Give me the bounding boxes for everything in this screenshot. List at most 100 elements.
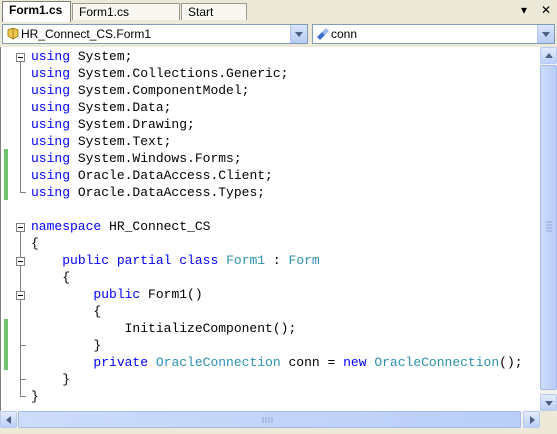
code-token: System.Drawing;	[70, 117, 195, 132]
code-token: System.Text;	[70, 134, 172, 149]
horizontal-scrollbar[interactable]	[0, 411, 540, 428]
keyword-token: new	[343, 355, 367, 370]
keyword-token: public	[62, 253, 110, 268]
code-line: public Form1()	[31, 286, 203, 303]
keyword-token: using	[31, 66, 71, 81]
tab-list-dropdown-icon[interactable]: ▾	[521, 3, 527, 17]
code-token: :	[265, 253, 289, 268]
code-line: public partial class Form1 : Form	[31, 252, 320, 269]
code-line: using System.ComponentModel;	[31, 82, 249, 99]
keyword-token: private	[93, 355, 149, 370]
code-line: {	[31, 235, 39, 252]
collapse-method-icon[interactable]	[16, 291, 25, 300]
scroll-right-icon[interactable]	[523, 411, 540, 428]
member-combo[interactable]: conn	[312, 24, 555, 44]
code-token: }	[31, 372, 71, 387]
keyword-token: using	[31, 168, 71, 183]
code-line: using System.Drawing;	[31, 116, 195, 133]
outline-line	[20, 62, 21, 193]
vertical-scrollbar[interactable]	[540, 47, 557, 411]
code-line: using System.Data;	[31, 99, 171, 116]
code-line: namespace HR_Connect_CS	[31, 218, 210, 235]
code-token: System.Data;	[70, 100, 172, 115]
code-line: {	[31, 269, 70, 286]
code-editor[interactable]: using System; using System.Collections.G…	[0, 47, 541, 411]
keyword-token: public	[93, 287, 141, 302]
keyword-token: using	[31, 117, 71, 132]
outline-end	[21, 396, 26, 397]
tab-form1-cs[interactable]: Form1.cs	[2, 1, 71, 22]
horizontal-scroll-thumb[interactable]	[18, 411, 521, 428]
chevron-down-icon[interactable]	[537, 25, 554, 43]
code-token: InitializeComponent();	[31, 321, 297, 336]
code-line: }	[31, 337, 101, 354]
keyword-token: namespace	[31, 219, 102, 234]
code-token: }	[31, 338, 102, 353]
code-token: {	[31, 304, 102, 319]
keyword-token: using	[31, 134, 71, 149]
document-tab-strip: Form1.cs Form1.cs [Design] Start Page ▾ …	[0, 0, 557, 35]
member-combo-value: conn	[331, 27, 358, 41]
changed-lines-marker	[4, 319, 8, 370]
keyword-token: class	[179, 253, 219, 268]
code-token: {	[31, 270, 71, 285]
type-combo-value: HR_Connect_CS.Form1	[21, 27, 152, 41]
code-line: {	[31, 303, 101, 320]
keyword-token: using	[31, 151, 71, 166]
code-line: using System;	[31, 48, 132, 65]
code-token: Oracle.DataAccess.Client;	[70, 168, 273, 183]
grip-icon	[262, 417, 273, 423]
code-token: System.Windows.Forms;	[70, 151, 242, 166]
tab-label: Form1.cs	[9, 3, 63, 17]
code-line: using Oracle.DataAccess.Client;	[31, 167, 273, 184]
code-token: System.ComponentModel;	[70, 83, 250, 98]
changed-lines-marker	[4, 149, 8, 200]
outline-end	[21, 379, 26, 380]
code-token: System;	[70, 49, 133, 64]
code-line: }	[31, 371, 70, 388]
scrollbar-corner	[540, 411, 557, 428]
chevron-down-icon[interactable]	[290, 25, 307, 43]
code-line: private OracleConnection conn = new Orac…	[31, 354, 523, 371]
scroll-left-icon[interactable]	[0, 411, 17, 428]
grip-icon	[546, 221, 552, 232]
class-icon	[7, 28, 19, 40]
type-token: Form	[288, 253, 320, 268]
close-tab-icon[interactable]: ✕	[541, 3, 551, 17]
type-token: Form1	[226, 253, 266, 268]
keyword-token: using	[31, 49, 71, 64]
outline-end	[21, 192, 26, 193]
code-token: }	[31, 389, 39, 404]
type-token: OracleConnection	[374, 355, 500, 370]
navigation-bar: HR_Connect_CS.Form1 conn	[0, 21, 557, 47]
collapse-usings-icon[interactable]	[16, 53, 25, 62]
code-line: using System.Text;	[31, 133, 171, 150]
code-token: ();	[499, 355, 523, 370]
code-line: using Oracle.DataAccess.Types;	[31, 184, 265, 201]
type-combo[interactable]: HR_Connect_CS.Form1	[2, 24, 308, 44]
tab-start-page[interactable]: Start Page	[181, 3, 247, 35]
field-icon	[317, 28, 329, 40]
tab-form1-design[interactable]: Form1.cs [Design]	[72, 3, 180, 35]
code-line: InitializeComponent();	[31, 320, 297, 337]
keyword-token: using	[31, 83, 71, 98]
type-token: OracleConnection	[155, 355, 281, 370]
collapse-namespace-icon[interactable]	[16, 223, 25, 232]
code-token: Form1()	[140, 287, 203, 302]
vertical-scroll-thumb[interactable]	[540, 65, 557, 390]
scroll-up-icon[interactable]	[540, 47, 557, 64]
keyword-token: using	[31, 185, 71, 200]
scroll-down-icon[interactable]	[540, 394, 557, 411]
code-token: conn =	[280, 355, 344, 370]
keyword-token: partial	[116, 253, 172, 268]
collapse-class-icon[interactable]	[16, 257, 25, 266]
keyword-token: using	[31, 100, 71, 115]
code-line: using System.Collections.Generic;	[31, 65, 288, 82]
code-line: using System.Windows.Forms;	[31, 150, 242, 167]
